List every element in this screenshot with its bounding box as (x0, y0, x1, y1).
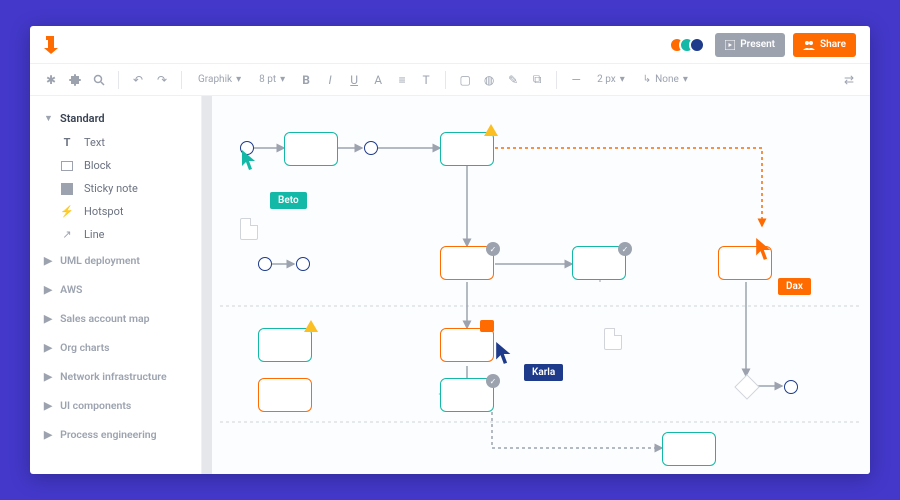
text-icon: T (60, 136, 74, 149)
copy-style-icon[interactable]: ⧉ (526, 69, 548, 91)
topbar: Present Share (30, 26, 870, 64)
check-icon: ✓ (486, 242, 500, 256)
start-event[interactable] (258, 257, 272, 271)
toolbar: ✱ ↶ ↷ Graphik ▾ 8 pt ▾ B I U A ≡ T ▢ ◍ ✎… (30, 64, 870, 96)
chevron-right-icon: ▶ (44, 312, 52, 325)
pen-icon[interactable]: ✎ (502, 69, 524, 91)
chevron-down-icon: ▼ (44, 113, 52, 124)
sidebar-item-text[interactable]: TText (30, 131, 201, 154)
document-icon[interactable] (240, 218, 258, 240)
stroke-select[interactable]: 2 px ▾ (589, 74, 633, 85)
shape-sidebar: ▼ Standard TText Block Sticky note ⚡Hots… (30, 96, 202, 474)
check-icon: ✓ (486, 374, 500, 388)
cursor-icon (242, 150, 260, 172)
settings-icon[interactable]: ✱ (40, 69, 62, 91)
scroll-gutter[interactable] (202, 96, 212, 474)
flow-node[interactable] (662, 432, 716, 466)
play-icon (725, 40, 735, 50)
canvas[interactable]: ✓ ✓ ✓ Beto Karla Dax (202, 96, 870, 474)
chevron-right-icon: ▶ (44, 254, 52, 267)
align-icon[interactable]: ≡ (391, 69, 413, 91)
gateway[interactable] (734, 374, 759, 399)
sidebar-item-line[interactable]: ↗Line (30, 223, 201, 246)
cursor-icon (756, 238, 776, 262)
cursor-icon (496, 342, 516, 366)
block-icon (60, 161, 74, 171)
underline-icon[interactable]: U (343, 69, 365, 91)
flow-node[interactable] (440, 132, 494, 166)
chevron-right-icon: ▶ (44, 399, 52, 412)
size-select[interactable]: 8 pt ▾ (251, 74, 293, 85)
flow-node[interactable] (284, 132, 338, 166)
shape-icon[interactable]: ▢ (454, 69, 476, 91)
sidebar-cat-ui[interactable]: ▶UI components (30, 391, 201, 420)
italic-icon[interactable]: I (319, 69, 341, 91)
sidebar-cat-uml[interactable]: ▶UML deployment (30, 246, 201, 275)
warning-icon (304, 320, 318, 332)
redo-icon[interactable]: ↷ (151, 69, 173, 91)
cursor-label-beto: Beto (270, 192, 307, 209)
intermediate-event[interactable] (296, 257, 310, 271)
presence-avatars[interactable] (669, 37, 705, 53)
chevron-right-icon: ▶ (44, 341, 52, 354)
cursor-label-karla: Karla (524, 364, 563, 381)
text-style-icon[interactable]: T (415, 69, 437, 91)
arrange-icon[interactable]: ⇄ (838, 69, 860, 91)
end-event[interactable] (784, 380, 798, 394)
search-icon[interactable] (88, 69, 110, 91)
warning-icon (484, 124, 498, 136)
chevron-down-icon: ▾ (620, 74, 625, 85)
sidebar-cat-sales[interactable]: ▶Sales account map (30, 304, 201, 333)
intermediate-event[interactable] (364, 141, 378, 155)
arrow-select[interactable]: ↳ None ▾ (635, 74, 696, 85)
line-style-icon[interactable]: — (565, 69, 587, 91)
chevron-down-icon: ▾ (683, 74, 688, 85)
sidebar-cat-network[interactable]: ▶Network infrastructure (30, 362, 201, 391)
chevron-right-icon: ▶ (44, 283, 52, 296)
sidebar-cat-process[interactable]: ▶Process engineering (30, 420, 201, 449)
check-icon: ✓ (618, 242, 632, 256)
sidebar-item-sticky[interactable]: Sticky note (30, 177, 201, 200)
sidebar-cat-aws[interactable]: ▶AWS (30, 275, 201, 304)
present-label: Present (740, 39, 775, 50)
note-icon (60, 183, 74, 195)
sidebar-cat-org[interactable]: ▶Org charts (30, 333, 201, 362)
sidebar-item-block[interactable]: Block (30, 154, 201, 177)
font-color-icon[interactable]: A (367, 69, 389, 91)
sidebar-cat-standard[interactable]: ▼ Standard (30, 106, 201, 131)
comment-icon[interactable] (480, 320, 494, 332)
share-button[interactable]: Share (793, 33, 856, 57)
cat-label: Standard (60, 112, 105, 125)
cursor-label-dax: Dax (778, 278, 811, 295)
bold-icon[interactable]: B (295, 69, 317, 91)
flow-node[interactable] (440, 328, 494, 362)
undo-icon[interactable]: ↶ (127, 69, 149, 91)
bolt-icon: ⚡ (60, 205, 74, 218)
sidebar-item-hotspot[interactable]: ⚡Hotspot (30, 200, 201, 223)
app-logo-icon (44, 36, 58, 54)
flow-node[interactable] (258, 378, 312, 412)
chevron-down-icon: ▾ (236, 74, 241, 85)
puzzle-icon[interactable] (64, 69, 86, 91)
document-icon[interactable] (604, 328, 622, 350)
chevron-right-icon: ▶ (44, 428, 52, 441)
app-window: Present Share ✱ ↶ ↷ Graphik ▾ 8 pt ▾ B I… (30, 26, 870, 474)
fill-icon[interactable]: ◍ (478, 69, 500, 91)
chevron-down-icon: ▾ (280, 74, 285, 85)
font-select[interactable]: Graphik ▾ (190, 74, 249, 85)
chevron-right-icon: ▶ (44, 370, 52, 383)
line-icon: ↗ (60, 228, 74, 241)
users-icon (803, 40, 815, 50)
presence-dot (689, 37, 705, 53)
present-button[interactable]: Present (715, 33, 785, 57)
share-label: Share (820, 39, 846, 50)
flow-node[interactable] (258, 328, 312, 362)
